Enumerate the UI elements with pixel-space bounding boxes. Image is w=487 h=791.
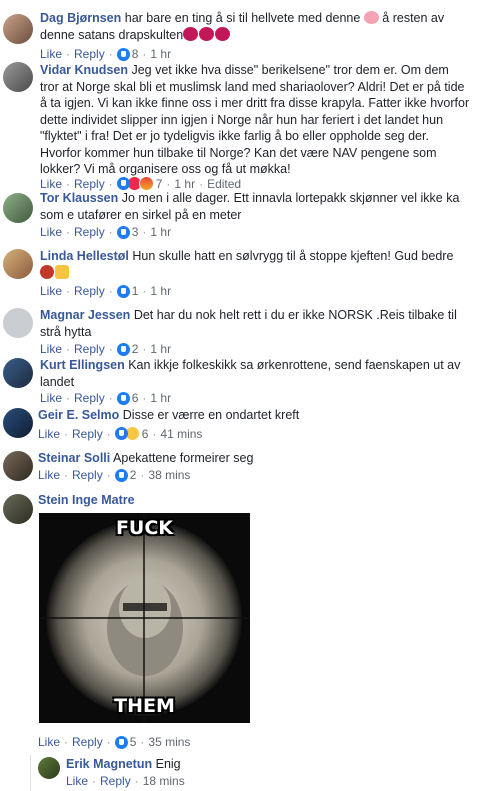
avatar[interactable] bbox=[38, 757, 60, 779]
reaction-count: 5 bbox=[129, 735, 137, 749]
reactions[interactable] bbox=[116, 284, 130, 298]
reaction-count: 3 bbox=[131, 225, 139, 239]
commenter-name[interactable]: Linda Hellestøl bbox=[40, 249, 129, 263]
timestamp[interactable]: 1 hr bbox=[150, 284, 171, 298]
commenter-name[interactable]: Geir E. Selmo bbox=[38, 408, 119, 422]
pig-emoji-icon bbox=[363, 11, 379, 24]
meme-top-text: FUCK bbox=[115, 517, 174, 539]
reply-link[interactable]: Reply bbox=[100, 774, 131, 788]
commenter-name[interactable]: Tor Klaussen bbox=[40, 191, 118, 205]
like-reaction-icon bbox=[114, 735, 128, 749]
commenter-name[interactable]: Erik Magnetun bbox=[66, 757, 152, 771]
reactions[interactable] bbox=[114, 468, 128, 482]
commenter-name[interactable]: Magnar Jessen bbox=[40, 308, 130, 322]
reactions[interactable] bbox=[116, 391, 130, 405]
avatar[interactable] bbox=[3, 193, 33, 223]
comment-image[interactable]: FUCK THEM bbox=[39, 513, 250, 723]
timestamp[interactable]: 38 mins bbox=[148, 468, 190, 482]
reactions[interactable] bbox=[114, 735, 128, 749]
angry-emoji-icon bbox=[40, 264, 54, 279]
timestamp[interactable]: 18 mins bbox=[143, 774, 185, 788]
commenter-name[interactable]: Vidar Knudsen bbox=[40, 63, 128, 77]
like-reaction-icon bbox=[116, 342, 130, 356]
comment-text: har bare en ting å si til hellvete med d… bbox=[124, 11, 361, 25]
avatar[interactable] bbox=[3, 451, 33, 481]
like-link[interactable]: Like bbox=[38, 468, 60, 482]
reply-link[interactable]: Reply bbox=[72, 735, 103, 749]
reaction-count: 6 bbox=[141, 426, 149, 441]
angry-devil-emoji-icon bbox=[199, 26, 215, 41]
reaction-count: 6 bbox=[131, 391, 139, 405]
comment-text: Enig bbox=[155, 757, 181, 771]
reactions[interactable] bbox=[114, 426, 140, 441]
angry-devil-emoji-icon bbox=[215, 26, 231, 41]
like-link[interactable]: Like bbox=[40, 47, 62, 61]
reactions[interactable] bbox=[116, 47, 130, 61]
meme-bottom-text: THEM bbox=[114, 695, 175, 717]
avatar[interactable] bbox=[3, 308, 33, 338]
reply-thread-line bbox=[30, 755, 31, 791]
timestamp[interactable]: 1 hr bbox=[150, 342, 171, 356]
timestamp[interactable]: 1 hr bbox=[150, 391, 171, 405]
timestamp[interactable]: 1 hr bbox=[150, 225, 171, 239]
avatar[interactable] bbox=[3, 249, 33, 279]
like-reaction-icon bbox=[116, 47, 130, 61]
reaction-count: 7 bbox=[155, 176, 163, 191]
reply-link[interactable]: Reply bbox=[74, 225, 105, 239]
like-reaction-icon bbox=[116, 391, 130, 405]
commenter-name[interactable]: Dag Bjørnsen bbox=[40, 11, 121, 25]
avatar[interactable] bbox=[3, 62, 33, 92]
angry-reaction-icon bbox=[138, 176, 154, 191]
like-link[interactable]: Like bbox=[40, 342, 62, 356]
reply-link[interactable]: Reply bbox=[72, 468, 103, 482]
timestamp[interactable]: 41 mins bbox=[160, 427, 202, 441]
like-link[interactable]: Like bbox=[40, 177, 62, 191]
thumbs-down-emoji-icon bbox=[55, 264, 69, 279]
avatar[interactable] bbox=[3, 358, 33, 388]
reactions[interactable] bbox=[116, 342, 130, 356]
reaction-count: 2 bbox=[129, 468, 137, 482]
comment-text: Jeg vet ikke hva disse" berikelsene" tro… bbox=[40, 63, 470, 176]
reactions[interactable] bbox=[116, 176, 154, 191]
like-reaction-icon bbox=[116, 177, 130, 190]
angry-devil-emoji-icon bbox=[183, 26, 199, 41]
avatar[interactable] bbox=[3, 494, 33, 524]
avatar[interactable] bbox=[3, 14, 33, 44]
commenter-name[interactable]: Steinar Solli bbox=[38, 451, 110, 465]
reply-link[interactable]: Reply bbox=[74, 177, 105, 191]
like-link[interactable]: Like bbox=[38, 735, 60, 749]
timestamp[interactable]: 1 hr bbox=[174, 177, 195, 191]
reply-link[interactable]: Reply bbox=[74, 47, 105, 61]
reply-link[interactable]: Reply bbox=[74, 391, 105, 405]
like-reaction-icon bbox=[116, 225, 130, 239]
scope-image bbox=[39, 513, 250, 723]
commenter-name[interactable]: Stein Inge Matre bbox=[38, 493, 135, 507]
avatar[interactable] bbox=[3, 408, 33, 438]
reactions[interactable] bbox=[116, 225, 130, 239]
timestamp[interactable]: 35 mins bbox=[148, 735, 190, 749]
comment-text: Hun skulle hatt en sølvrygg til å stoppe… bbox=[132, 249, 454, 263]
reaction-count: 2 bbox=[131, 342, 139, 356]
like-link[interactable]: Like bbox=[40, 225, 62, 239]
reaction-count: 8 bbox=[131, 47, 139, 61]
commenter-name[interactable]: Kurt Ellingsen bbox=[40, 358, 125, 372]
like-link[interactable]: Like bbox=[38, 427, 60, 441]
reaction-count: 1 bbox=[131, 284, 139, 298]
reply-link[interactable]: Reply bbox=[74, 342, 105, 356]
like-reaction-icon bbox=[116, 284, 130, 298]
like-link[interactable]: Like bbox=[40, 391, 62, 405]
edited-label[interactable]: Edited bbox=[207, 177, 241, 191]
like-reaction-icon bbox=[114, 427, 128, 440]
timestamp[interactable]: 1 hr bbox=[150, 47, 171, 61]
comment-text: Disse er værre en ondartet kreft bbox=[122, 408, 300, 422]
reply-link[interactable]: Reply bbox=[72, 427, 103, 441]
comment-text: Apekattene formeirer seg bbox=[113, 451, 254, 465]
like-reaction-icon bbox=[114, 468, 128, 482]
like-link[interactable]: Like bbox=[40, 284, 62, 298]
reply-link[interactable]: Reply bbox=[74, 284, 105, 298]
like-link[interactable]: Like bbox=[66, 774, 88, 788]
